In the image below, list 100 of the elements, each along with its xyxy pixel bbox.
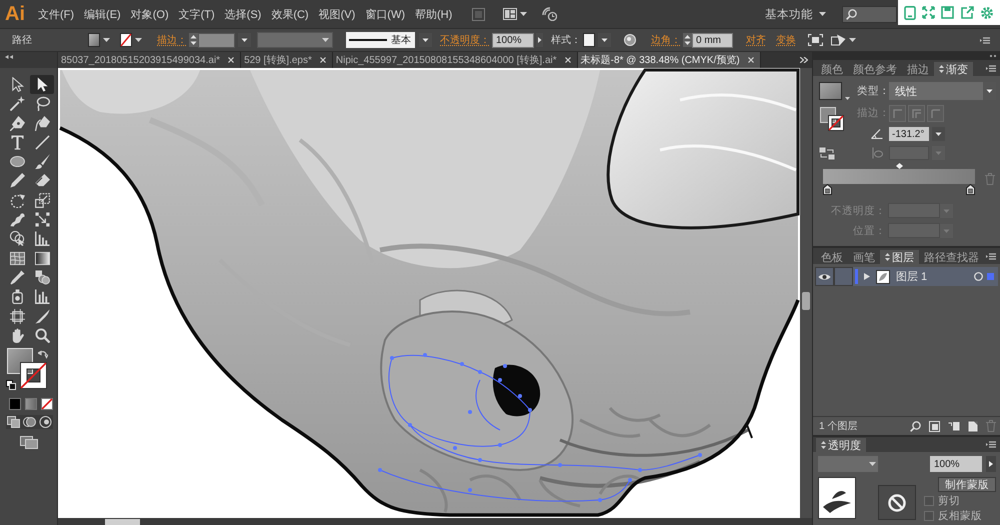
- settings-icon[interactable]: [980, 6, 994, 20]
- zoom-field[interactable]: [105, 519, 140, 525]
- gradient-type-dropdown[interactable]: 线性: [889, 82, 996, 100]
- make-mask-button[interactable]: 制作蒙版: [938, 477, 996, 492]
- angle-field[interactable]: -131.2°: [889, 127, 929, 141]
- panel-menu-icon[interactable]: [980, 36, 990, 44]
- draw-mode-icon[interactable]: [23, 416, 36, 428]
- stroke-weight-field[interactable]: [198, 32, 235, 48]
- close-icon[interactable]: [320, 57, 326, 63]
- collapse-panel-icon[interactable]: [5, 55, 13, 59]
- panel-menu-icon[interactable]: [986, 441, 996, 448]
- target-circle-icon[interactable]: [974, 272, 983, 281]
- gradient-swatch-icon[interactable]: [819, 82, 842, 100]
- caret-icon[interactable]: [932, 127, 945, 141]
- menu-item[interactable]: 效果(C): [271, 4, 309, 24]
- menu-item[interactable]: 文件(F): [38, 4, 74, 24]
- close-icon[interactable]: [564, 57, 571, 63]
- phone-icon[interactable]: [904, 6, 916, 20]
- new-layer-icon[interactable]: [968, 420, 978, 432]
- panel-link[interactable]: 对齐: [746, 33, 766, 47]
- draw-mode-icon[interactable]: [7, 416, 20, 428]
- stroke-none-swatch[interactable]: [20, 362, 47, 390]
- menu-item[interactable]: 文字(T): [178, 4, 215, 24]
- anchor-point[interactable]: [528, 408, 532, 412]
- swap-arrows-icon[interactable]: [38, 350, 48, 360]
- shapes-icon[interactable]: [831, 34, 846, 46]
- style-swatch-icon[interactable]: [583, 33, 595, 47]
- document-tab[interactable]: 529 [转换].eps*: [241, 52, 333, 68]
- document-tab[interactable]: Nipic_455997_20150808155348604000 [转换].ai*: [332, 52, 578, 68]
- panel-menu-icon[interactable]: [986, 64, 996, 72]
- opacity-field[interactable]: 100%: [492, 32, 534, 48]
- panel-tab[interactable]: 颜色: [816, 62, 848, 76]
- menu-item[interactable]: 编辑(E): [84, 4, 121, 24]
- vertical-scrollbar[interactable]: [800, 68, 812, 518]
- frame-corners-icon[interactable]: [808, 34, 823, 46]
- caret-icon[interactable]: [598, 33, 611, 47]
- tool-button[interactable]: [30, 75, 54, 94]
- search-field[interactable]: [842, 6, 897, 22]
- panel-tab[interactable]: 描边: [902, 62, 934, 76]
- caret-icon[interactable]: [520, 12, 528, 16]
- workspace-switcher[interactable]: 基本功能: [765, 4, 826, 24]
- selection-thumbnail[interactable]: [818, 477, 856, 519]
- arrange-documents-icon[interactable]: [503, 8, 518, 20]
- corner-radius-field[interactable]: 0 mm: [692, 32, 733, 48]
- caret-icon[interactable]: [419, 33, 432, 47]
- panel-tab[interactable]: 色板: [816, 250, 848, 264]
- scrollbar-thumb[interactable]: [802, 292, 810, 310]
- midpoint-diamond-icon[interactable]: [896, 163, 902, 169]
- share-icon[interactable]: [960, 6, 974, 19]
- panel-link[interactable]: 变换: [776, 33, 796, 47]
- document-tab[interactable]: 未标题-8* @ 338.48% (CMYK/预览): [578, 52, 761, 68]
- swap-squares-icon[interactable]: [819, 146, 835, 160]
- anchor-point[interactable]: [518, 394, 522, 398]
- fill-stroke-icon[interactable]: [820, 107, 844, 131]
- menu-item[interactable]: 帮助(H): [415, 4, 452, 24]
- menu-item[interactable]: 窗口(W): [365, 4, 405, 24]
- panel-tab[interactable]: 画笔: [848, 250, 880, 264]
- anchor-point[interactable]: [503, 364, 507, 368]
- panel-menu-icon[interactable]: [986, 252, 996, 260]
- sphere-icon[interactable]: [624, 34, 636, 46]
- menu-item[interactable]: 对象(O): [130, 4, 169, 24]
- close-icon[interactable]: [748, 57, 754, 63]
- selected-path[interactable]: [380, 354, 700, 502]
- brush-definition-dropdown[interactable]: 基本: [346, 32, 415, 48]
- screen-mode-icon[interactable]: [20, 436, 38, 450]
- close-icon[interactable]: [228, 57, 234, 63]
- search-icon[interactable]: [910, 420, 921, 432]
- panel-tab[interactable]: 透明度: [816, 438, 866, 452]
- save-icon[interactable]: [941, 6, 954, 19]
- expand-right-icon[interactable]: [864, 273, 870, 280]
- menu-item[interactable]: 选择(S): [224, 4, 262, 24]
- arrow-right-icon[interactable]: [536, 33, 543, 47]
- expand-icon[interactable]: [922, 6, 936, 19]
- signal-clock-icon[interactable]: [542, 7, 558, 21]
- opacity-field[interactable]: 100%: [930, 456, 982, 472]
- spinner-icon[interactable]: [683, 33, 692, 47]
- menu-item[interactable]: 视图(V): [318, 4, 356, 24]
- layer-row[interactable]: 图层 1: [815, 267, 998, 286]
- clipping-mask-icon[interactable]: [929, 420, 940, 432]
- spinner-icon[interactable]: [189, 33, 198, 47]
- mask-thumbnail[interactable]: [878, 485, 916, 520]
- panel-tab[interactable]: 渐变: [934, 62, 973, 76]
- arrow-right-icon[interactable]: [986, 456, 996, 472]
- caret-icon[interactable]: [849, 38, 856, 42]
- default-colors-icon[interactable]: [6, 380, 16, 390]
- none-swatch-icon[interactable]: [41, 398, 53, 410]
- panel-tab[interactable]: 图层: [880, 250, 919, 264]
- caret-icon[interactable]: [238, 33, 251, 47]
- draw-mode-icon[interactable]: [39, 416, 52, 428]
- checkbox[interactable]: [924, 511, 934, 521]
- document-tab[interactable]: 85037_20180515203915499034.ai*: [58, 52, 242, 68]
- color-swatch-icon[interactable]: [9, 398, 21, 410]
- panel-link[interactable]: 描边：: [157, 33, 187, 47]
- caret-icon[interactable]: [845, 97, 850, 100]
- panel-link[interactable]: 边角：: [651, 33, 681, 47]
- panel-link[interactable]: 不透明度：: [440, 33, 490, 47]
- panel-tab[interactable]: 路径查找器: [919, 250, 984, 264]
- color-stop-icon[interactable]: [966, 184, 975, 195]
- color-stop-icon[interactable]: [823, 184, 832, 195]
- gradient-swatch-icon[interactable]: [25, 398, 37, 410]
